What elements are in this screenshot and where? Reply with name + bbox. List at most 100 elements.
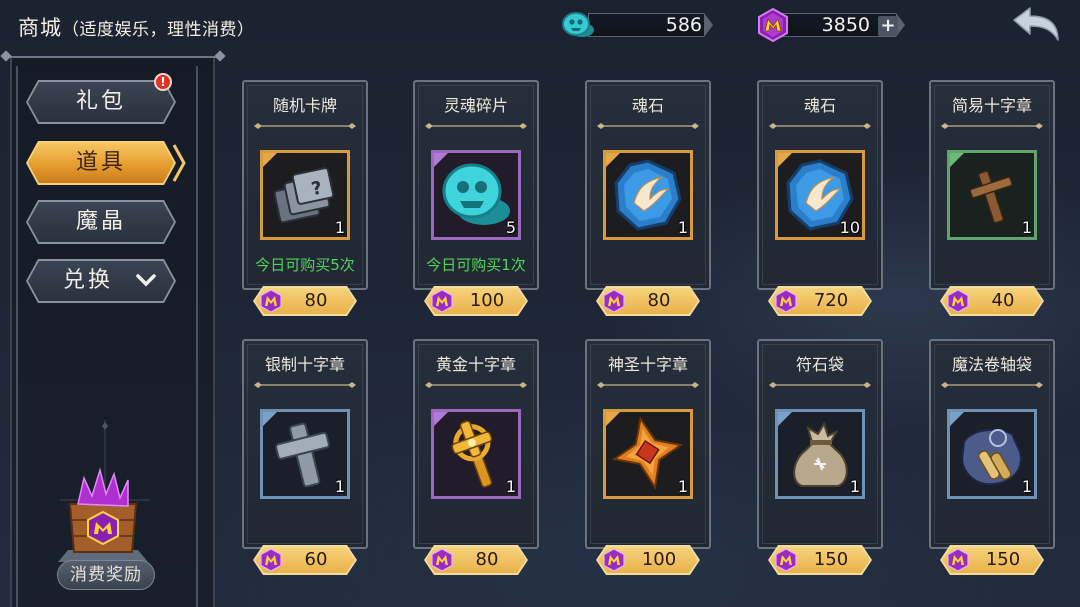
reward-chest-icon[interactable]	[48, 460, 158, 570]
exclamation-badge-icon: !	[154, 73, 172, 91]
item-card: 银制十字章 1	[242, 339, 368, 549]
name-divider	[254, 382, 356, 388]
item-quantity: 10	[839, 218, 860, 237]
price-button[interactable]: 40	[940, 286, 1044, 316]
item-name: 随机卡牌	[272, 96, 337, 115]
name-divider	[425, 123, 527, 129]
shop-item-golden-cross[interactable]: 黄金十字章 1 80	[413, 339, 539, 575]
item-icon-frame: ? 1	[260, 150, 350, 240]
item-icon-frame: 1	[431, 409, 521, 499]
purple-m-gem-icon	[260, 289, 282, 313]
shop-item-soul-stone-bundle[interactable]: 魂石 10 720	[757, 80, 883, 316]
active-tab-chevron-icon	[172, 144, 186, 182]
purchase-limit: 今日可购买1次	[426, 256, 526, 274]
name-divider	[425, 382, 527, 388]
item-icon-frame: 1	[603, 150, 693, 240]
purple-m-gem-icon	[431, 548, 453, 572]
item-card: 黄金十字章 1	[413, 339, 539, 549]
chevron-down-icon	[136, 274, 156, 287]
purple-m-gem-icon	[758, 8, 788, 42]
purchase-limit: 今日可购买5次	[255, 256, 355, 274]
price-button[interactable]: 80	[424, 545, 528, 575]
gem-currency-display: 3850 +	[756, 8, 906, 42]
item-card: 简易十字章 1	[929, 80, 1055, 290]
page-title-text: 商城	[18, 16, 62, 40]
purple-m-gem-icon	[775, 548, 797, 572]
sidebar-right-border	[196, 66, 198, 607]
name-divider	[254, 123, 356, 129]
back-button[interactable]	[1010, 6, 1062, 44]
price-button[interactable]: 150	[768, 545, 872, 575]
price-value: 80	[304, 290, 328, 311]
top-bar: 商城（适度娱乐，理性消费） 586 3850 +	[0, 0, 1080, 52]
price-button[interactable]: 80	[596, 286, 700, 316]
item-name: 符石袋	[795, 355, 844, 374]
item-card: 魂石 10	[757, 80, 883, 290]
purple-m-gem-icon	[603, 289, 625, 313]
item-icon-frame: 1	[603, 409, 693, 499]
item-quantity: 5	[505, 218, 516, 237]
price-value: 150	[985, 549, 1021, 570]
price-button[interactable]: 100	[424, 286, 528, 316]
price-button[interactable]: 80	[253, 286, 357, 316]
purple-m-gem-icon	[260, 548, 282, 572]
item-name: 魂石	[631, 96, 664, 115]
item-card: 魂石 1	[585, 80, 711, 290]
item-card: 魔法卷轴袋 1	[929, 339, 1055, 549]
item-icon-frame: 1	[947, 150, 1037, 240]
purple-m-gem-icon	[431, 289, 453, 313]
name-divider	[941, 123, 1043, 129]
plus-icon: +	[880, 15, 896, 36]
item-icon-frame: 1	[260, 409, 350, 499]
item-quantity: 1	[334, 218, 345, 237]
item-card: 灵魂碎片 5 今日可购买1次	[413, 80, 539, 290]
shop-item-silver-cross[interactable]: 银制十字章 1 60	[242, 339, 368, 575]
tab-gift-packs-label: 礼包	[75, 89, 126, 114]
item-card: 神圣十字章 1	[585, 339, 711, 549]
purple-m-gem-icon	[603, 548, 625, 572]
shop-item-simple-cross[interactable]: 简易十字章 1 40	[929, 80, 1055, 316]
item-name: 神圣十字章	[607, 355, 688, 374]
shop-item-random-card[interactable]: 随机卡牌 ? 1 今日可购买5次 80	[242, 80, 368, 316]
tab-magic-crystals[interactable]: 魔晶	[26, 200, 176, 244]
back-arrow-icon	[1013, 7, 1059, 41]
purple-m-gem-icon	[775, 289, 797, 313]
item-quantity: 1	[677, 218, 688, 237]
price-button[interactable]: 60	[253, 545, 357, 575]
shop-item-rune-bag[interactable]: 符石袋 1 150	[757, 339, 883, 575]
item-name: 黄金十字章	[435, 355, 516, 374]
purple-m-gem-icon	[947, 548, 969, 572]
price-value: 40	[991, 290, 1015, 311]
teal-skull-coin-icon	[562, 12, 594, 37]
price-button[interactable]: 720	[768, 286, 872, 316]
shop-item-scroll-bag[interactable]: 魔法卷轴袋 1 150	[929, 339, 1055, 575]
price-button[interactable]: 100	[596, 545, 700, 575]
item-card: 随机卡牌 ? 1 今日可购买5次	[242, 80, 368, 290]
soul-currency-display: 586	[560, 10, 716, 40]
tab-magic-crystals-label: 魔晶	[75, 209, 126, 234]
name-divider	[597, 382, 699, 388]
item-card: 符石袋 1	[757, 339, 883, 549]
add-gems-button[interactable]: +	[878, 16, 898, 36]
item-name: 魔法卷轴袋	[951, 355, 1032, 374]
reward-label[interactable]: 消费奖励	[57, 560, 155, 590]
gem-currency-value: 3850	[821, 14, 870, 36]
tab-items[interactable]: 道具	[26, 141, 176, 185]
price-value: 720	[813, 290, 849, 311]
tab-exchange[interactable]: 兑换	[26, 259, 176, 303]
shop-item-holy-cross[interactable]: 神圣十字章 1 100	[585, 339, 711, 575]
price-value: 100	[469, 290, 505, 311]
name-divider	[597, 123, 699, 129]
item-quantity: 1	[334, 477, 345, 496]
page-title: 商城（适度娱乐，理性消费）	[18, 12, 255, 42]
tab-gift-packs[interactable]: 礼包	[26, 80, 176, 124]
purple-m-gem-icon	[947, 289, 969, 313]
name-divider	[769, 382, 871, 388]
item-quantity: 1	[1021, 477, 1032, 496]
price-button[interactable]: 150	[940, 545, 1044, 575]
shop-item-soul-shard[interactable]: 灵魂碎片 5 今日可购买1次 100	[413, 80, 539, 316]
item-quantity: 1	[1021, 218, 1032, 237]
item-icon-frame: 1	[947, 409, 1037, 499]
price-value: 60	[304, 549, 328, 570]
shop-item-soul-stone[interactable]: 魂石 1 80	[585, 80, 711, 316]
